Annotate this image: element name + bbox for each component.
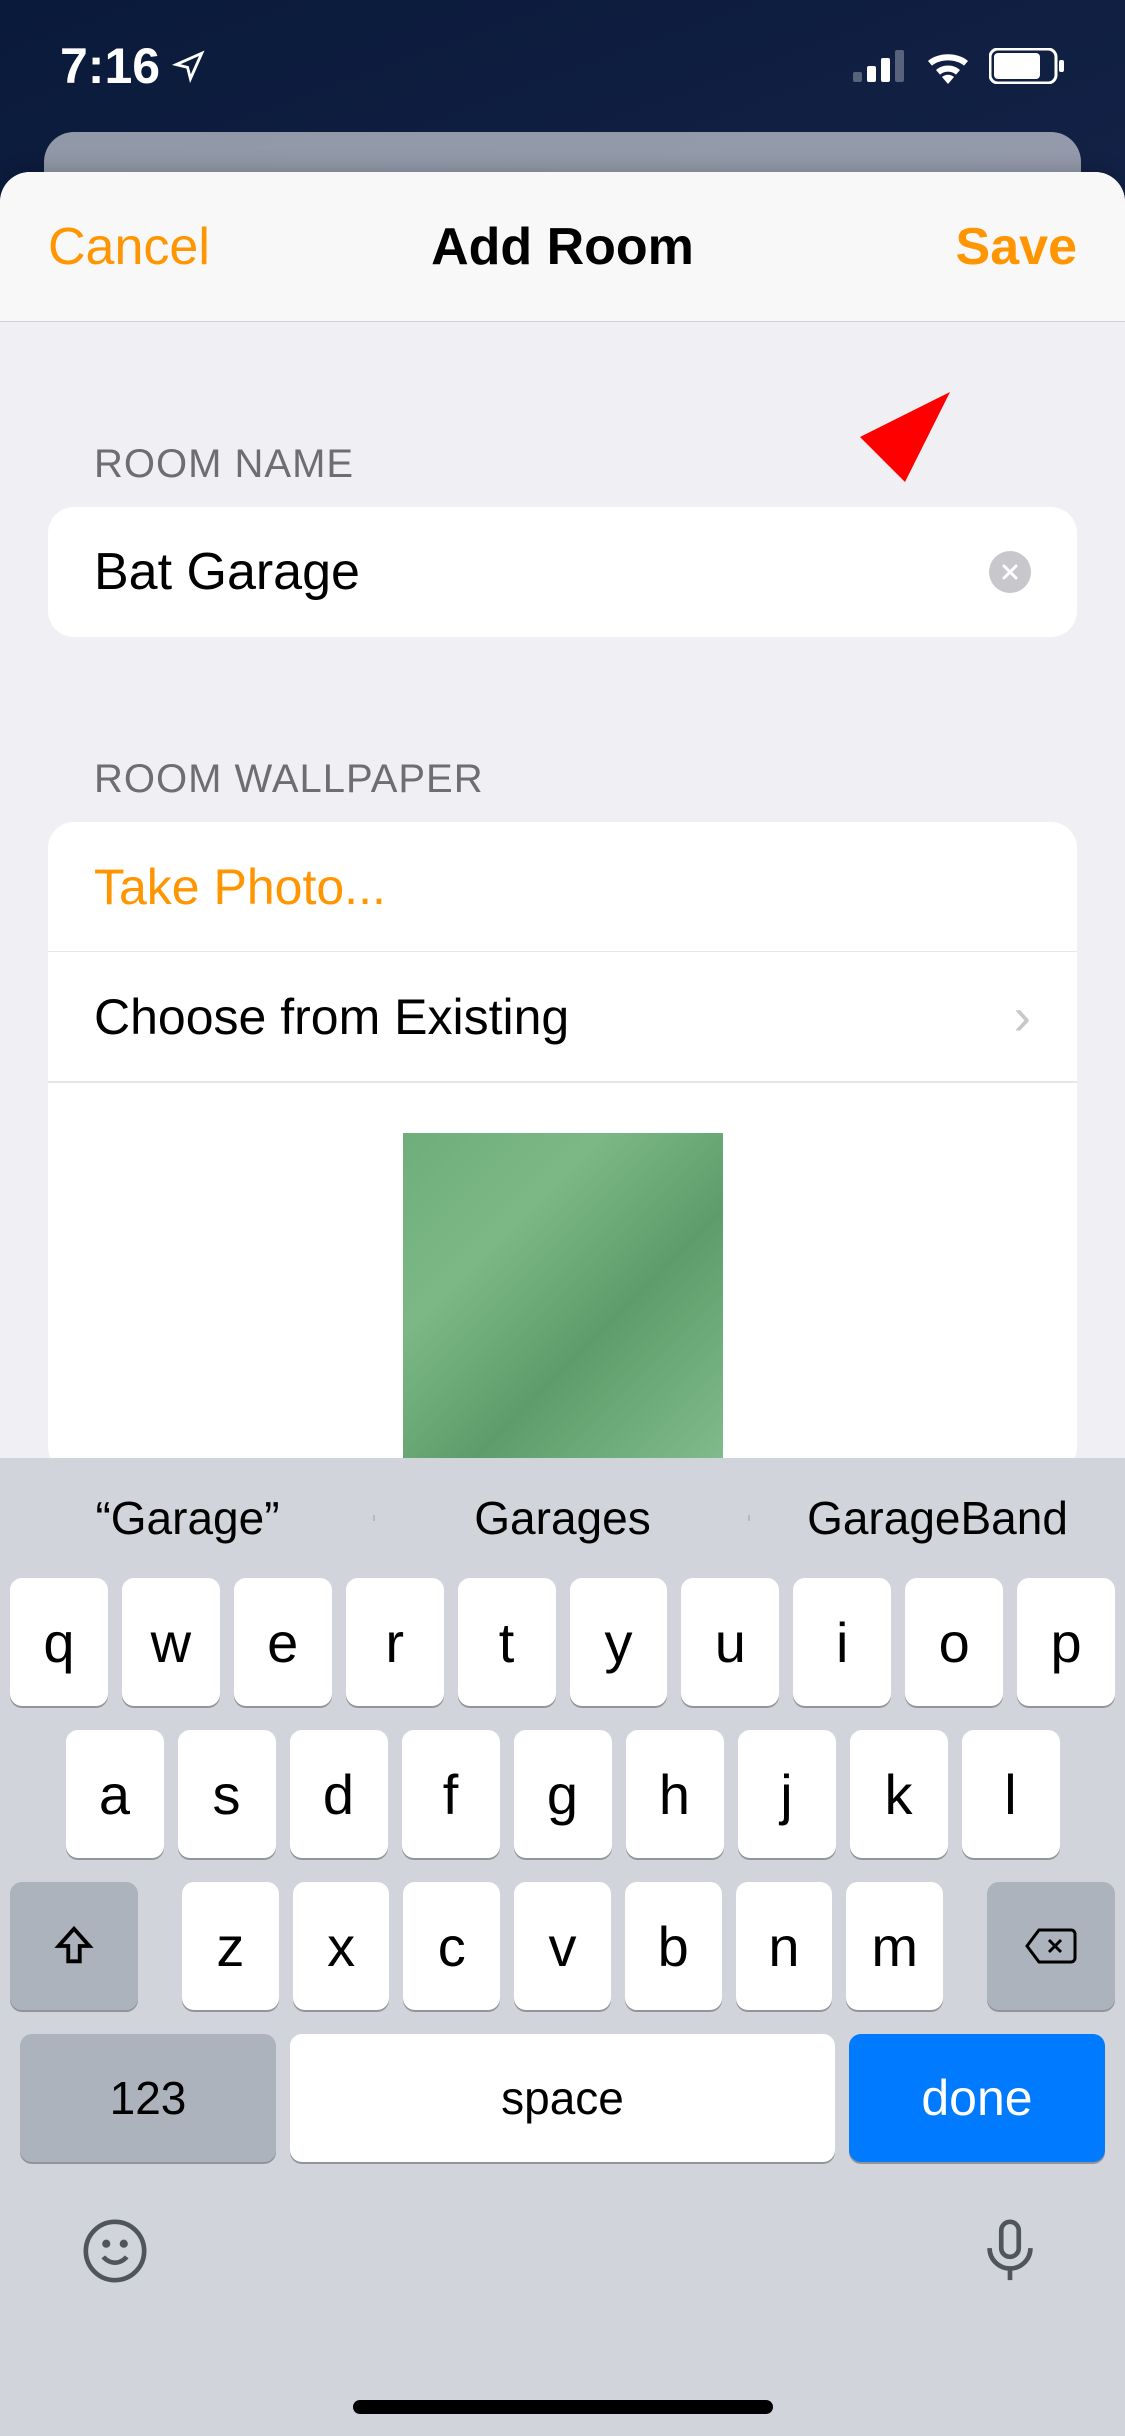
- key-a[interactable]: a: [66, 1730, 164, 1858]
- chevron-right-icon: ›: [1014, 987, 1031, 1047]
- key-x[interactable]: x: [293, 1882, 390, 2010]
- wallpaper-preview-area: [48, 1082, 1077, 1473]
- annotation-arrow-icon: [800, 392, 950, 542]
- keyboard-row-2: a s d f g h j k l: [10, 1730, 1115, 1858]
- key-b[interactable]: b: [625, 1882, 722, 2010]
- key-u[interactable]: u: [681, 1578, 779, 1706]
- shift-icon: [51, 1923, 97, 1969]
- status-time: 7:16: [60, 37, 160, 95]
- key-shift[interactable]: [10, 1882, 138, 2010]
- wallpaper-card: Take Photo... Choose from Existing ›: [48, 822, 1077, 1473]
- key-l[interactable]: l: [962, 1730, 1060, 1858]
- cellular-icon: [853, 50, 907, 82]
- room-name-input[interactable]: [94, 542, 989, 602]
- key-i[interactable]: i: [793, 1578, 891, 1706]
- key-m[interactable]: m: [846, 1882, 943, 2010]
- modal-sheet: Cancel Add Room Save ROOM NAME ROOM WALL…: [0, 172, 1125, 2436]
- key-p[interactable]: p: [1017, 1578, 1115, 1706]
- key-j[interactable]: j: [738, 1730, 836, 1858]
- key-g[interactable]: g: [514, 1730, 612, 1858]
- key-n[interactable]: n: [736, 1882, 833, 2010]
- keyboard-row-3: z x c v b n m: [10, 1882, 1115, 2010]
- keyboard-row-1: q w e r t y u i o p: [10, 1578, 1115, 1706]
- take-photo-row[interactable]: Take Photo...: [48, 822, 1077, 952]
- battery-icon: [989, 48, 1065, 84]
- keyboard-row-4: 123 space done: [10, 2034, 1115, 2162]
- status-indicators: [853, 48, 1065, 84]
- close-icon: [1000, 562, 1020, 582]
- navbar: Cancel Add Room Save: [0, 172, 1125, 322]
- key-s[interactable]: s: [178, 1730, 276, 1858]
- key-e[interactable]: e: [234, 1578, 332, 1706]
- save-button[interactable]: Save: [956, 217, 1077, 277]
- key-r[interactable]: r: [346, 1578, 444, 1706]
- keyboard: “Garage” Garages GarageBand q w e r t y …: [0, 1458, 1125, 2436]
- key-z[interactable]: z: [182, 1882, 279, 2010]
- key-space[interactable]: space: [290, 2034, 835, 2162]
- key-y[interactable]: y: [570, 1578, 668, 1706]
- navbar-title: Add Room: [431, 217, 694, 277]
- key-c[interactable]: c: [403, 1882, 500, 2010]
- key-d[interactable]: d: [290, 1730, 388, 1858]
- key-q[interactable]: q: [10, 1578, 108, 1706]
- backspace-icon: [1025, 1926, 1077, 1966]
- suggestion-1[interactable]: Garages: [375, 1491, 750, 1545]
- keyboard-suggestions: “Garage” Garages GarageBand: [0, 1458, 1125, 1578]
- key-h[interactable]: h: [626, 1730, 724, 1858]
- keyboard-bottom-row: [0, 2186, 1125, 2351]
- key-f[interactable]: f: [402, 1730, 500, 1858]
- emoji-button[interactable]: [80, 2216, 150, 2291]
- key-w[interactable]: w: [122, 1578, 220, 1706]
- location-icon: [172, 49, 206, 83]
- take-photo-label: Take Photo...: [94, 858, 386, 916]
- choose-existing-label: Choose from Existing: [94, 988, 569, 1046]
- key-done[interactable]: done: [849, 2034, 1105, 2162]
- key-o[interactable]: o: [905, 1578, 1003, 1706]
- wifi-icon: [923, 48, 973, 84]
- microphone-icon: [975, 2216, 1045, 2286]
- cancel-button[interactable]: Cancel: [48, 217, 210, 277]
- key-123[interactable]: 123: [20, 2034, 276, 2162]
- suggestion-0[interactable]: “Garage”: [0, 1491, 375, 1545]
- emoji-icon: [80, 2216, 150, 2286]
- home-indicator[interactable]: [353, 2400, 773, 2414]
- clear-text-button[interactable]: [989, 551, 1031, 593]
- key-k[interactable]: k: [850, 1730, 948, 1858]
- key-t[interactable]: t: [458, 1578, 556, 1706]
- suggestion-2[interactable]: GarageBand: [750, 1491, 1125, 1545]
- key-backspace[interactable]: [987, 1882, 1115, 2010]
- dictation-button[interactable]: [975, 2216, 1045, 2291]
- wallpaper-preview-image[interactable]: [403, 1133, 723, 1473]
- sheet-content: ROOM NAME ROOM WALLPAPER Take Photo... C…: [0, 442, 1125, 1473]
- wallpaper-header: ROOM WALLPAPER: [48, 757, 1077, 802]
- status-bar: 7:16: [0, 0, 1125, 132]
- choose-existing-row[interactable]: Choose from Existing ›: [48, 952, 1077, 1082]
- status-time-group: 7:16: [60, 37, 206, 95]
- key-v[interactable]: v: [514, 1882, 611, 2010]
